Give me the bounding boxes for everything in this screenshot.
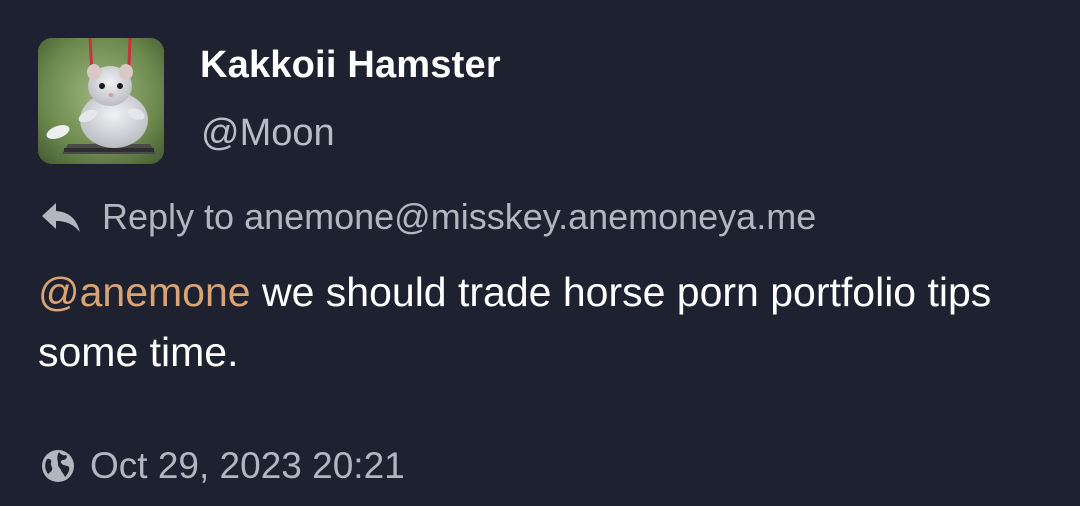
globe-icon <box>42 450 74 482</box>
avatar[interactable] <box>38 38 164 164</box>
note-card: Kakkoii Hamster @Moon Reply to anemone@m… <box>0 0 1080 506</box>
post-content: @anemone we should trade horse porn port… <box>38 262 1038 382</box>
post-timestamp: Oct 29, 2023 20:21 <box>90 445 405 486</box>
mention-link[interactable]: @anemone <box>38 269 251 315</box>
user-handle[interactable]: @Moon <box>201 112 335 155</box>
hamster-avatar-image <box>38 38 164 164</box>
post-footer[interactable]: Oct 29, 2023 20:21 <box>40 442 405 490</box>
display-name[interactable]: Kakkoii Hamster <box>200 44 501 87</box>
reply-icon <box>42 203 80 232</box>
reply-to-link[interactable]: Reply to anemone@misskey.anemoneya.me <box>40 193 816 241</box>
reply-to-text: Reply to anemone@misskey.anemoneya.me <box>102 196 817 237</box>
